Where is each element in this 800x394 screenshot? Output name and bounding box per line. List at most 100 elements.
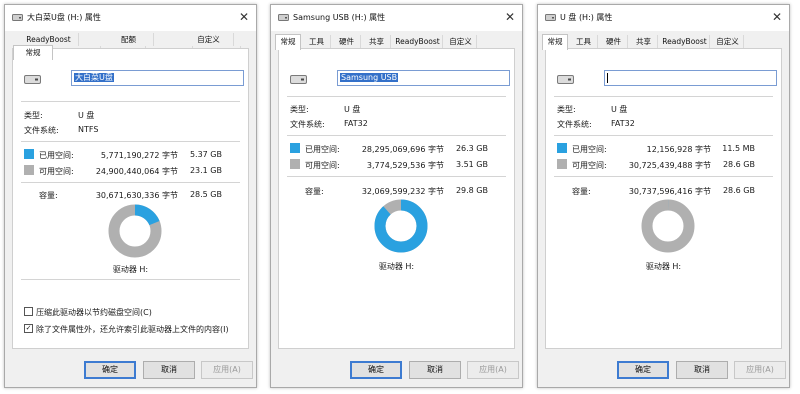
text-cursor bbox=[607, 72, 608, 83]
drive-name-input[interactable] bbox=[604, 70, 777, 86]
divider bbox=[554, 135, 773, 136]
cancel-button[interactable]: 取消 bbox=[409, 361, 461, 379]
usb-drive-icon bbox=[557, 75, 574, 84]
divider bbox=[21, 279, 240, 280]
tab-sharing[interactable]: 共享 bbox=[363, 35, 391, 49]
free-space-label: 可用空间: bbox=[39, 167, 74, 176]
filesystem-label: 文件系统: bbox=[557, 120, 592, 129]
properties-dialog-3: U 盘 (H:) 属性 ✕ 常规 工具 硬件 共享 ReadyBoost 自定义… bbox=[537, 4, 790, 388]
type-value: U 盘 bbox=[611, 105, 628, 114]
used-space-size: 26.3 GB bbox=[455, 144, 488, 153]
tab-general[interactable]: 常规 bbox=[275, 34, 301, 50]
tab-row: 常规 工具 硬件 共享 ReadyBoost 自定义 bbox=[542, 34, 785, 50]
used-space-bytes: 28,295,069,696 字节 bbox=[361, 145, 444, 154]
capacity-label: 容量: bbox=[305, 187, 324, 196]
title-bar[interactable]: U 盘 (H:) 属性 ✕ bbox=[538, 5, 789, 31]
properties-dialog-1: 大白菜U盘 (H:) 属性 ✕ ReadyBoost 配额 自定义 常规 工具 … bbox=[4, 4, 257, 388]
free-space-label: 可用空间: bbox=[305, 161, 340, 170]
divider bbox=[21, 101, 240, 102]
type-label: 类型: bbox=[24, 111, 43, 120]
ok-button[interactable]: 确定 bbox=[617, 361, 669, 379]
type-value: U 盘 bbox=[344, 105, 361, 114]
used-space-label: 已用空间: bbox=[572, 145, 607, 154]
divider bbox=[287, 176, 506, 177]
free-space-size: 3.51 GB bbox=[455, 160, 488, 169]
index-checkbox-label[interactable]: 除了文件属性外，还允许索引此驱动器上文件的内容(I) bbox=[36, 324, 229, 335]
cancel-button[interactable]: 取消 bbox=[676, 361, 728, 379]
used-space-size: 11.5 MB bbox=[722, 144, 755, 153]
divider bbox=[21, 182, 240, 183]
tab-tools[interactable]: 工具 bbox=[570, 35, 598, 49]
used-space-label: 已用空间: bbox=[39, 151, 74, 160]
filesystem-label: 文件系统: bbox=[290, 120, 325, 129]
tab-tools[interactable]: 工具 bbox=[303, 35, 331, 49]
drive-name-text: Samsung USB bbox=[340, 73, 399, 82]
usb-drive-icon bbox=[290, 75, 307, 84]
free-space-arc bbox=[641, 199, 695, 253]
divider bbox=[554, 176, 773, 177]
used-space-bytes: 5,771,190,272 字节 bbox=[100, 151, 178, 160]
type-value: U 盘 bbox=[78, 111, 95, 120]
tab-general[interactable]: 常规 bbox=[13, 45, 53, 60]
drive-name-input[interactable]: 大白菜U盘 bbox=[71, 70, 244, 86]
free-space-label: 可用空间: bbox=[572, 161, 607, 170]
tab-quota[interactable]: 配额 bbox=[104, 33, 154, 46]
title-bar[interactable]: 大白菜U盘 (H:) 属性 ✕ bbox=[5, 5, 256, 31]
filesystem-value: FAT32 bbox=[344, 119, 368, 128]
apply-button[interactable]: 应用(A) bbox=[201, 361, 253, 379]
close-icon[interactable]: ✕ bbox=[769, 9, 785, 25]
general-panel: Samsung USB 类型: U 盘 文件系统: FAT32 已用空间: 28… bbox=[278, 48, 515, 349]
tab-customize[interactable]: 自定义 bbox=[184, 33, 234, 46]
general-panel: 大白菜U盘 类型: U 盘 文件系统: NTFS 已用空间: 5,771,190… bbox=[12, 48, 249, 349]
filesystem-label: 文件系统: bbox=[24, 126, 59, 135]
free-space-bytes: 30,725,439,488 字节 bbox=[628, 161, 711, 170]
drive-name-input[interactable]: Samsung USB bbox=[337, 70, 510, 86]
capacity-size: 28.6 GB bbox=[722, 186, 755, 195]
divider bbox=[287, 135, 506, 136]
apply-button[interactable]: 应用(A) bbox=[734, 361, 786, 379]
title-bar[interactable]: Samsung USB (H:) 属性 ✕ bbox=[271, 5, 522, 31]
usage-donut-chart bbox=[641, 199, 695, 253]
compress-checkbox-label[interactable]: 压缩此驱动器以节约磁盘空间(C) bbox=[36, 307, 152, 318]
free-space-bytes: 3,774,529,536 字节 bbox=[366, 161, 444, 170]
divider bbox=[287, 96, 506, 97]
drive-name-text: 大白菜U盘 bbox=[74, 73, 114, 82]
ok-button[interactable]: 确定 bbox=[84, 361, 136, 379]
drive-icon bbox=[278, 14, 289, 21]
apply-button[interactable]: 应用(A) bbox=[467, 361, 519, 379]
divider bbox=[554, 96, 773, 97]
usage-donut-chart bbox=[108, 204, 162, 258]
used-space-label: 已用空间: bbox=[305, 145, 340, 154]
tab-hardware[interactable]: 硬件 bbox=[333, 35, 361, 49]
free-space-swatch bbox=[557, 159, 567, 169]
window-title: 大白菜U盘 (H:) 属性 bbox=[27, 13, 101, 22]
compress-checkbox[interactable] bbox=[24, 307, 33, 316]
window-title: Samsung USB (H:) 属性 bbox=[293, 13, 386, 22]
free-space-size: 28.6 GB bbox=[722, 160, 755, 169]
ok-button[interactable]: 确定 bbox=[350, 361, 402, 379]
tab-sharing[interactable]: 共享 bbox=[630, 35, 658, 49]
used-space-swatch bbox=[557, 143, 567, 153]
tab-hardware[interactable]: 硬件 bbox=[600, 35, 628, 49]
tab-readyboost[interactable]: ReadyBoost bbox=[393, 35, 443, 49]
tab-customize[interactable]: 自定义 bbox=[712, 35, 744, 49]
tab-customize[interactable]: 自定义 bbox=[445, 35, 477, 49]
cancel-button[interactable]: 取消 bbox=[143, 361, 195, 379]
used-space-bytes: 12,156,928 字节 bbox=[646, 145, 711, 154]
general-panel: 类型: U 盘 文件系统: FAT32 已用空间: 12,156,928 字节 … bbox=[545, 48, 782, 349]
drive-icon bbox=[12, 14, 23, 21]
capacity-size: 29.8 GB bbox=[455, 186, 488, 195]
tab-general[interactable]: 常规 bbox=[542, 34, 568, 50]
divider bbox=[21, 141, 240, 142]
drive-icon bbox=[545, 14, 556, 21]
close-icon[interactable]: ✕ bbox=[502, 9, 518, 25]
used-space-swatch bbox=[290, 143, 300, 153]
tab-readyboost[interactable]: ReadyBoost bbox=[660, 35, 710, 49]
capacity-label: 容量: bbox=[39, 191, 58, 200]
drive-letter-label: 驱动器 H: bbox=[378, 262, 415, 271]
filesystem-value: FAT32 bbox=[611, 119, 635, 128]
close-icon[interactable]: ✕ bbox=[236, 9, 252, 25]
index-checkbox[interactable]: ✓ bbox=[24, 324, 33, 333]
properties-dialog-2: Samsung USB (H:) 属性 ✕ 常规 工具 硬件 共享 ReadyB… bbox=[270, 4, 523, 388]
free-space-swatch bbox=[290, 159, 300, 169]
